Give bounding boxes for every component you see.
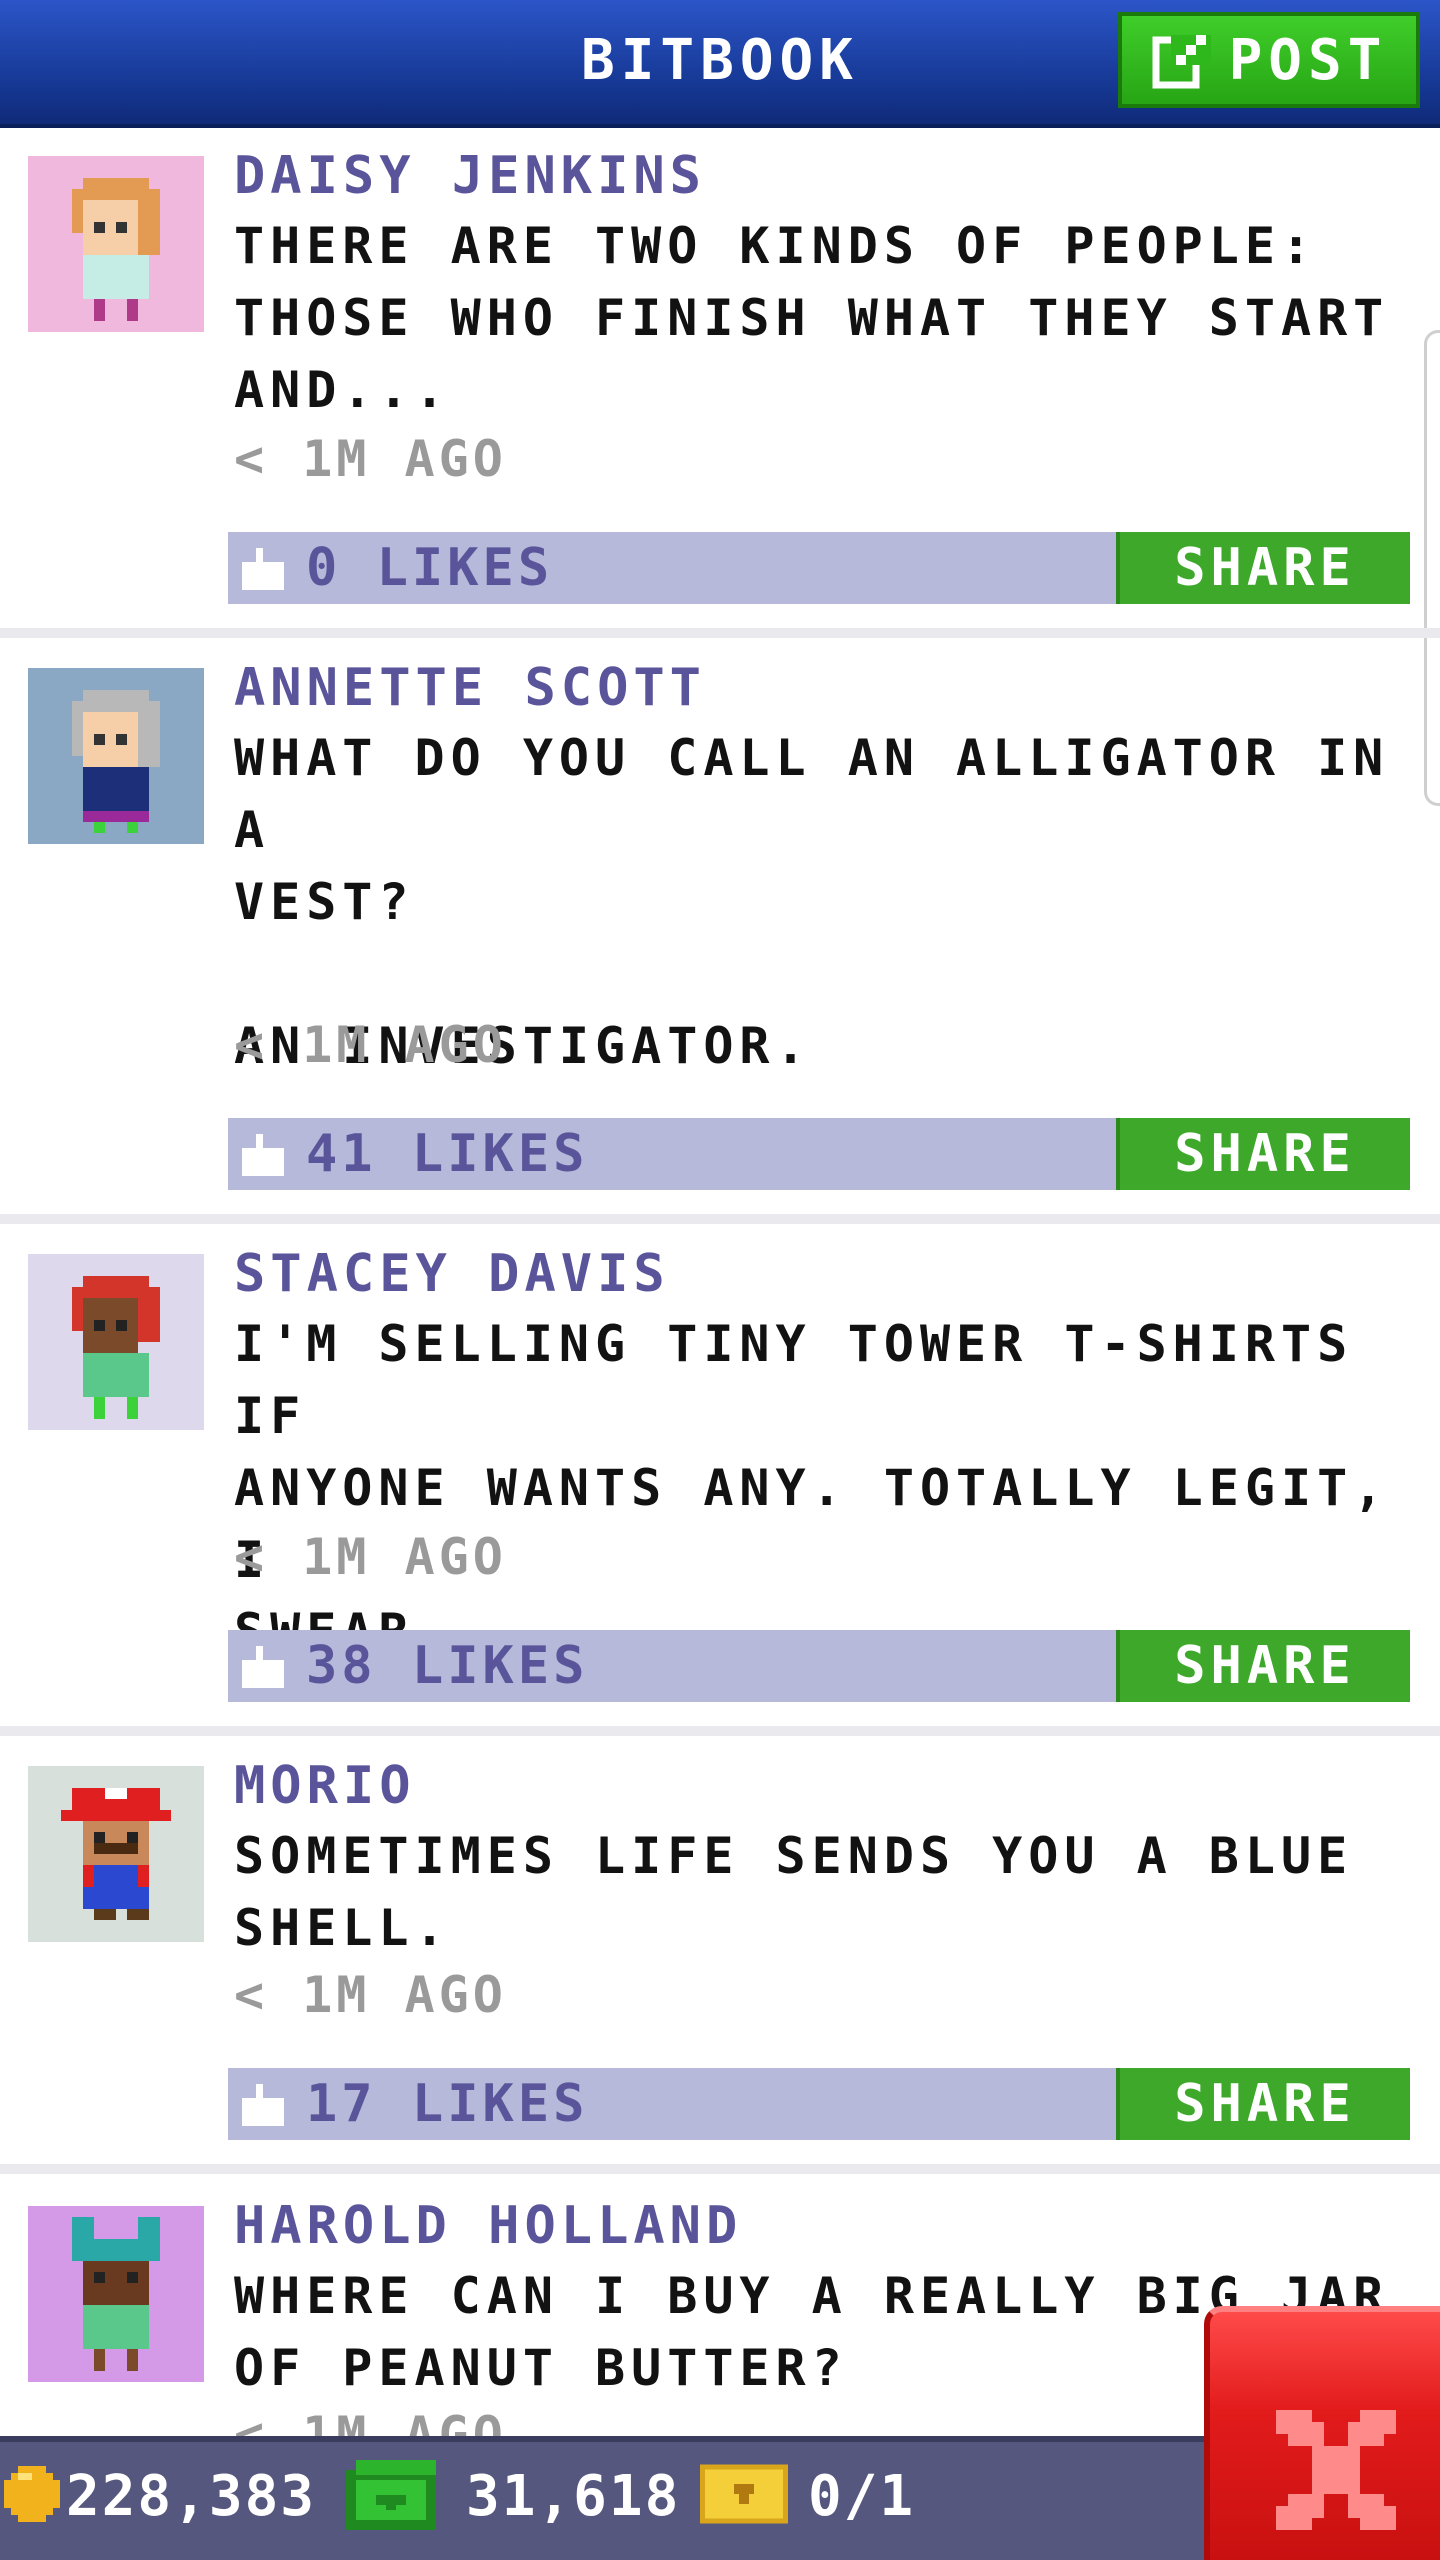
like-bar: 38 LIKES SHARE — [228, 1630, 1410, 1702]
avatar — [28, 2206, 204, 2382]
share-button[interactable]: SHARE — [1116, 1118, 1410, 1190]
avatar — [28, 1254, 204, 1430]
post-divider — [0, 1214, 1440, 1224]
golden-ticket-icon — [700, 2464, 788, 2524]
post-time: < 1M AGO — [234, 1966, 507, 2024]
share-button[interactable]: SHARE — [1116, 532, 1410, 604]
post-author[interactable]: HAROLD HOLLAND — [234, 2196, 742, 2256]
post-time: < 1M AGO — [234, 1528, 507, 1586]
avatar — [28, 668, 204, 844]
post-time: < 1M AGO — [234, 430, 507, 488]
likes-count: 38 LIKES — [306, 1636, 589, 1696]
post-author[interactable]: STACEY DAVIS — [234, 1244, 670, 1304]
post-button[interactable]: POST — [1118, 12, 1420, 108]
post-author[interactable]: DAISY JENKINS — [234, 146, 706, 206]
like-bar: 0 LIKES SHARE — [228, 532, 1410, 604]
likes-count: 41 LIKES — [306, 1124, 589, 1184]
post-divider — [0, 628, 1440, 638]
thumbs-up-icon[interactable] — [242, 1134, 284, 1176]
likes-count: 17 LIKES — [306, 2074, 589, 2134]
thumbs-up-icon[interactable] — [242, 548, 284, 590]
coin-icon — [4, 2466, 60, 2522]
share-button[interactable]: SHARE — [1116, 2068, 1410, 2140]
post-author[interactable]: MORIO — [234, 1756, 416, 1816]
post-author[interactable]: ANNETTE SCOTT — [234, 658, 706, 718]
share-button[interactable]: SHARE — [1116, 1630, 1410, 1702]
post-text: SOMETIMES LIFE SENDS YOU A BLUE SHELL. — [234, 1827, 1354, 1957]
post-button-label: POST — [1228, 27, 1388, 93]
thumbs-up-icon[interactable] — [242, 1646, 284, 1688]
avatar — [28, 1766, 204, 1942]
compose-icon — [1152, 35, 1211, 89]
post-text: THERE ARE TWO KINDS OF PEOPLE: THOSE WHO… — [234, 217, 1390, 419]
like-bar: 41 LIKES SHARE — [228, 1118, 1410, 1190]
thumbs-up-icon[interactable] — [242, 2084, 284, 2126]
likes-count: 0 LIKES — [306, 538, 554, 598]
scroll-indicator[interactable] — [1424, 330, 1440, 806]
like-bar: 17 LIKES SHARE — [228, 2068, 1410, 2140]
post-divider — [0, 1726, 1440, 1736]
bux-count: 31,618 — [466, 2464, 681, 2529]
avatar — [28, 156, 204, 332]
close-icon — [1276, 2410, 1396, 2530]
post-text: I'M SELLING TINY TOWER T-SHIRTS IF ANYON… — [234, 1315, 1390, 1661]
post-divider — [0, 2164, 1440, 2174]
ticket-count: 0/1 — [808, 2464, 916, 2529]
close-button[interactable] — [1204, 2306, 1440, 2560]
cash-icon — [346, 2460, 436, 2530]
app-header: BITBOOK POST — [0, 0, 1440, 128]
post-time: < 1M AGO — [234, 1016, 507, 1074]
coin-count: 228,383 — [66, 2464, 317, 2529]
